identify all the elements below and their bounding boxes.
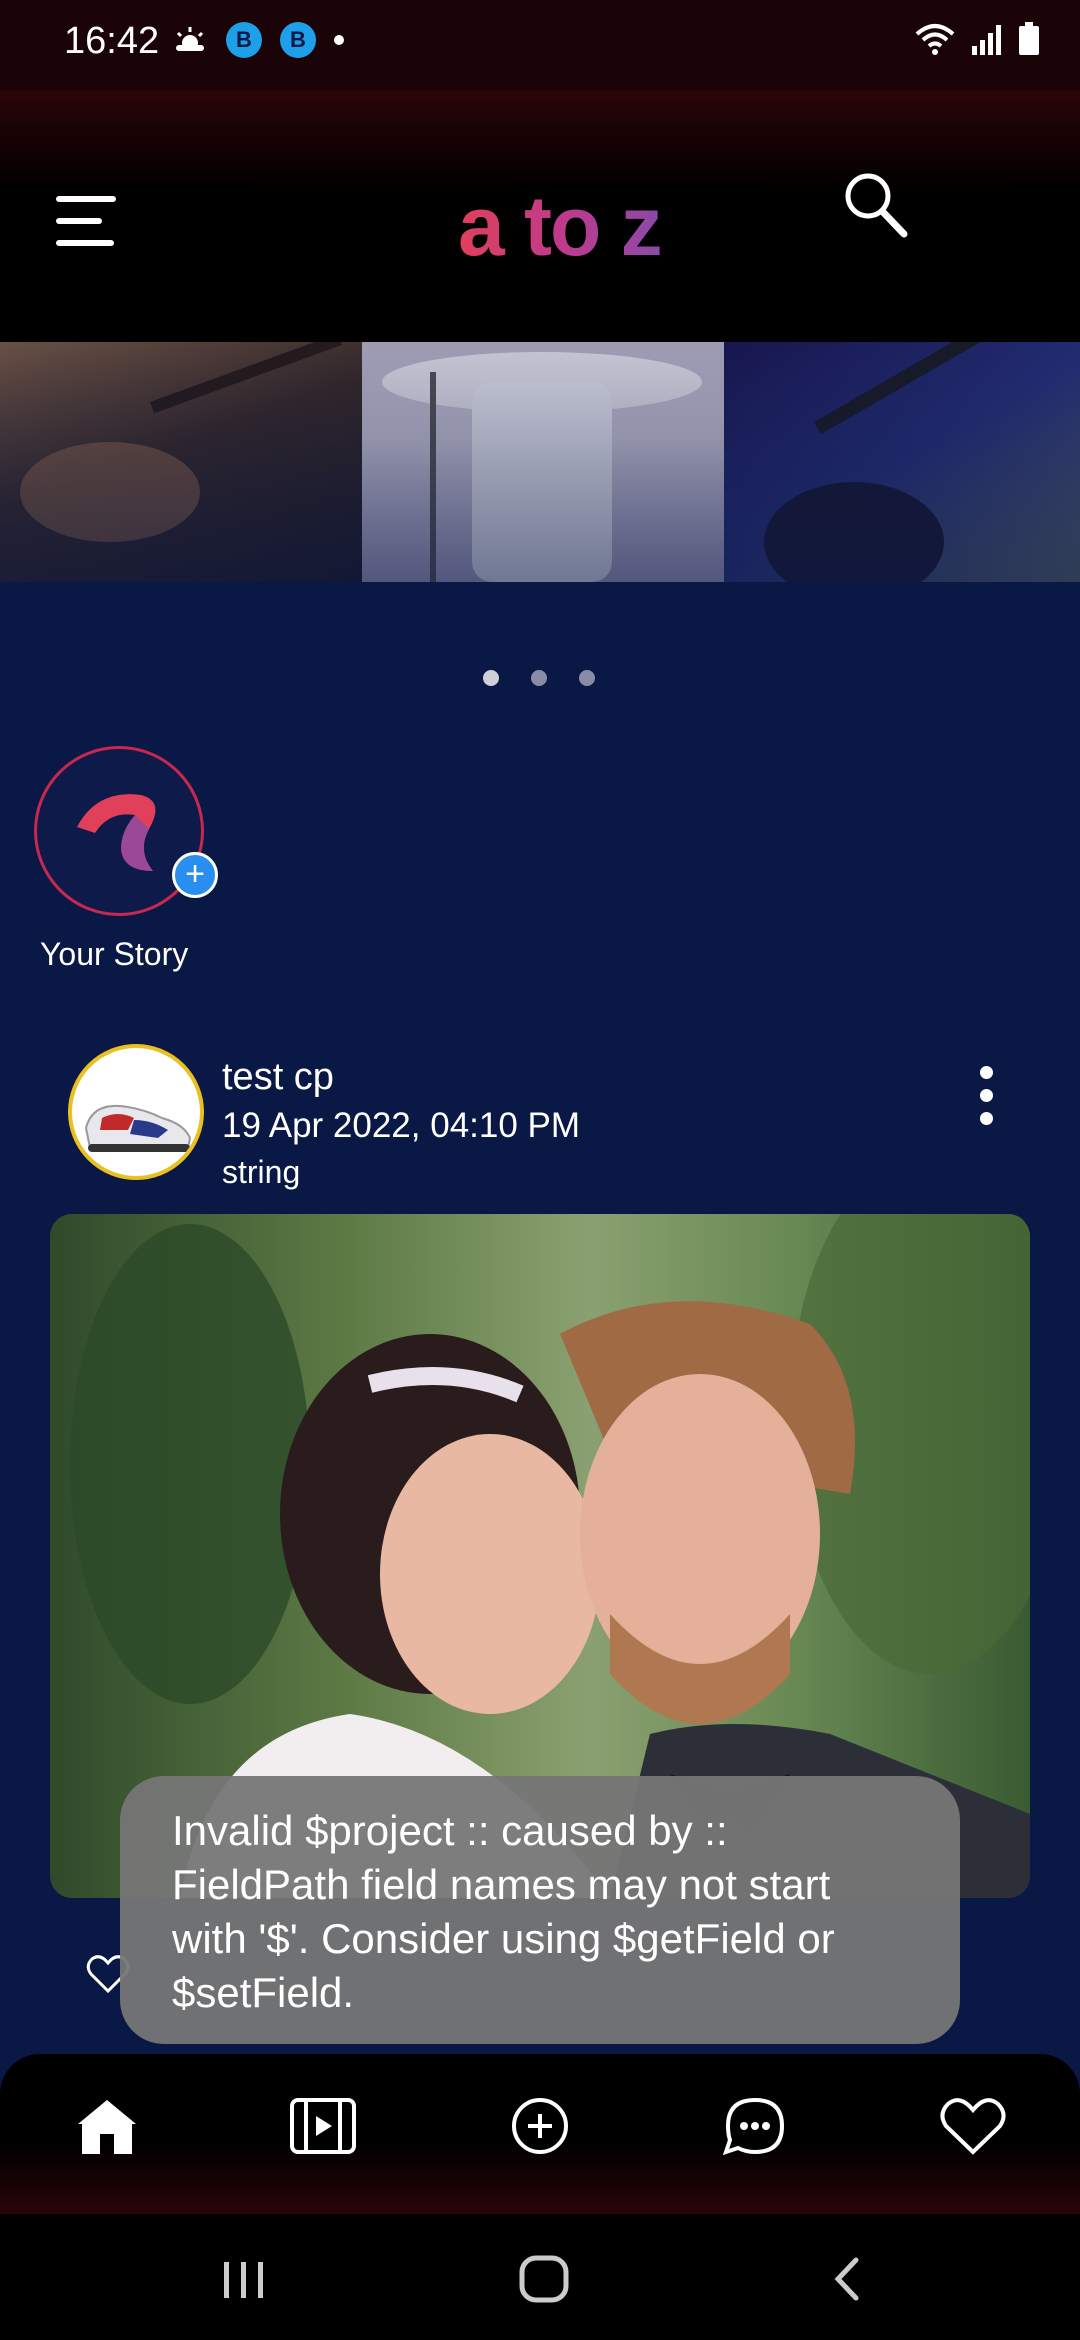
carousel-indicator bbox=[483, 670, 595, 686]
add-post-icon bbox=[512, 2098, 568, 2154]
error-toast: Invalid $project :: caused by :: FieldPa… bbox=[120, 1776, 960, 2044]
reels-icon bbox=[290, 2098, 356, 2154]
signal-icon bbox=[972, 25, 1001, 55]
more-dot bbox=[979, 1112, 993, 1125]
sneaker-image bbox=[84, 1104, 192, 1152]
carousel-slide-singer[interactable] bbox=[362, 342, 724, 582]
back-icon bbox=[834, 2257, 859, 2301]
toast-message: Invalid $project :: caused by :: FieldPa… bbox=[172, 1807, 835, 2016]
favorites-icon bbox=[940, 2098, 1006, 2155]
post-username[interactable]: test cp bbox=[222, 1056, 334, 1099]
b-badge-icon: B bbox=[226, 22, 262, 58]
post-author-avatar[interactable] bbox=[68, 1044, 204, 1180]
search-icon bbox=[845, 173, 908, 238]
search-button[interactable] bbox=[842, 170, 910, 240]
status-system-icons bbox=[914, 22, 1040, 56]
more-dot bbox=[979, 1089, 993, 1102]
nav-home[interactable] bbox=[72, 2094, 142, 2158]
hamburger-icon-line bbox=[56, 240, 114, 246]
carousel-slide-guitar[interactable] bbox=[0, 342, 362, 582]
post-date: 19 Apr 2022, 04:10 PM bbox=[222, 1106, 581, 1145]
back-button[interactable] bbox=[820, 2254, 876, 2304]
wifi-icon bbox=[915, 24, 955, 55]
singer-image bbox=[382, 352, 702, 582]
add-story-button[interactable]: + bbox=[172, 852, 218, 898]
nav-reels[interactable] bbox=[288, 2094, 358, 2158]
your-story-label: Your Story bbox=[40, 936, 189, 972]
status-bar: 16:42 B B bbox=[0, 0, 1080, 90]
nav-favorites[interactable] bbox=[938, 2094, 1008, 2158]
home-icon bbox=[78, 2100, 136, 2154]
home-circle-icon bbox=[519, 2255, 569, 2303]
home-system-button[interactable] bbox=[516, 2254, 572, 2304]
nav-add-post[interactable] bbox=[505, 2094, 575, 2158]
recents-button[interactable] bbox=[216, 2254, 272, 2304]
more-vertical-icon bbox=[979, 1066, 993, 1079]
hamburger-icon bbox=[56, 196, 116, 202]
carousel-dot-1[interactable] bbox=[483, 670, 499, 686]
status-notification-icons: B B bbox=[172, 22, 344, 58]
battery-icon bbox=[1019, 22, 1039, 55]
hamburger-icon-line bbox=[56, 218, 102, 224]
carousel-dot-2[interactable] bbox=[531, 670, 547, 686]
app-logo: a to z bbox=[458, 179, 663, 273]
dot-icon bbox=[334, 35, 344, 45]
carousel-slide-guitarist[interactable] bbox=[724, 342, 1080, 582]
messages-icon bbox=[722, 2097, 785, 2156]
post-caption: string bbox=[222, 1154, 301, 1190]
weather-icon bbox=[176, 27, 204, 51]
b-badge-icon: B bbox=[280, 22, 316, 58]
recents-icon bbox=[224, 2262, 263, 2298]
guitarist-image bbox=[764, 342, 995, 582]
nav-messages[interactable] bbox=[720, 2094, 790, 2158]
status-time: 16:42 bbox=[64, 20, 160, 62]
hamburger-menu-button[interactable] bbox=[56, 196, 116, 248]
post-options-button[interactable] bbox=[966, 1066, 1006, 1126]
banner-carousel[interactable] bbox=[0, 342, 1080, 582]
guitar-image bbox=[20, 342, 343, 542]
carousel-dot-3[interactable] bbox=[579, 670, 595, 686]
